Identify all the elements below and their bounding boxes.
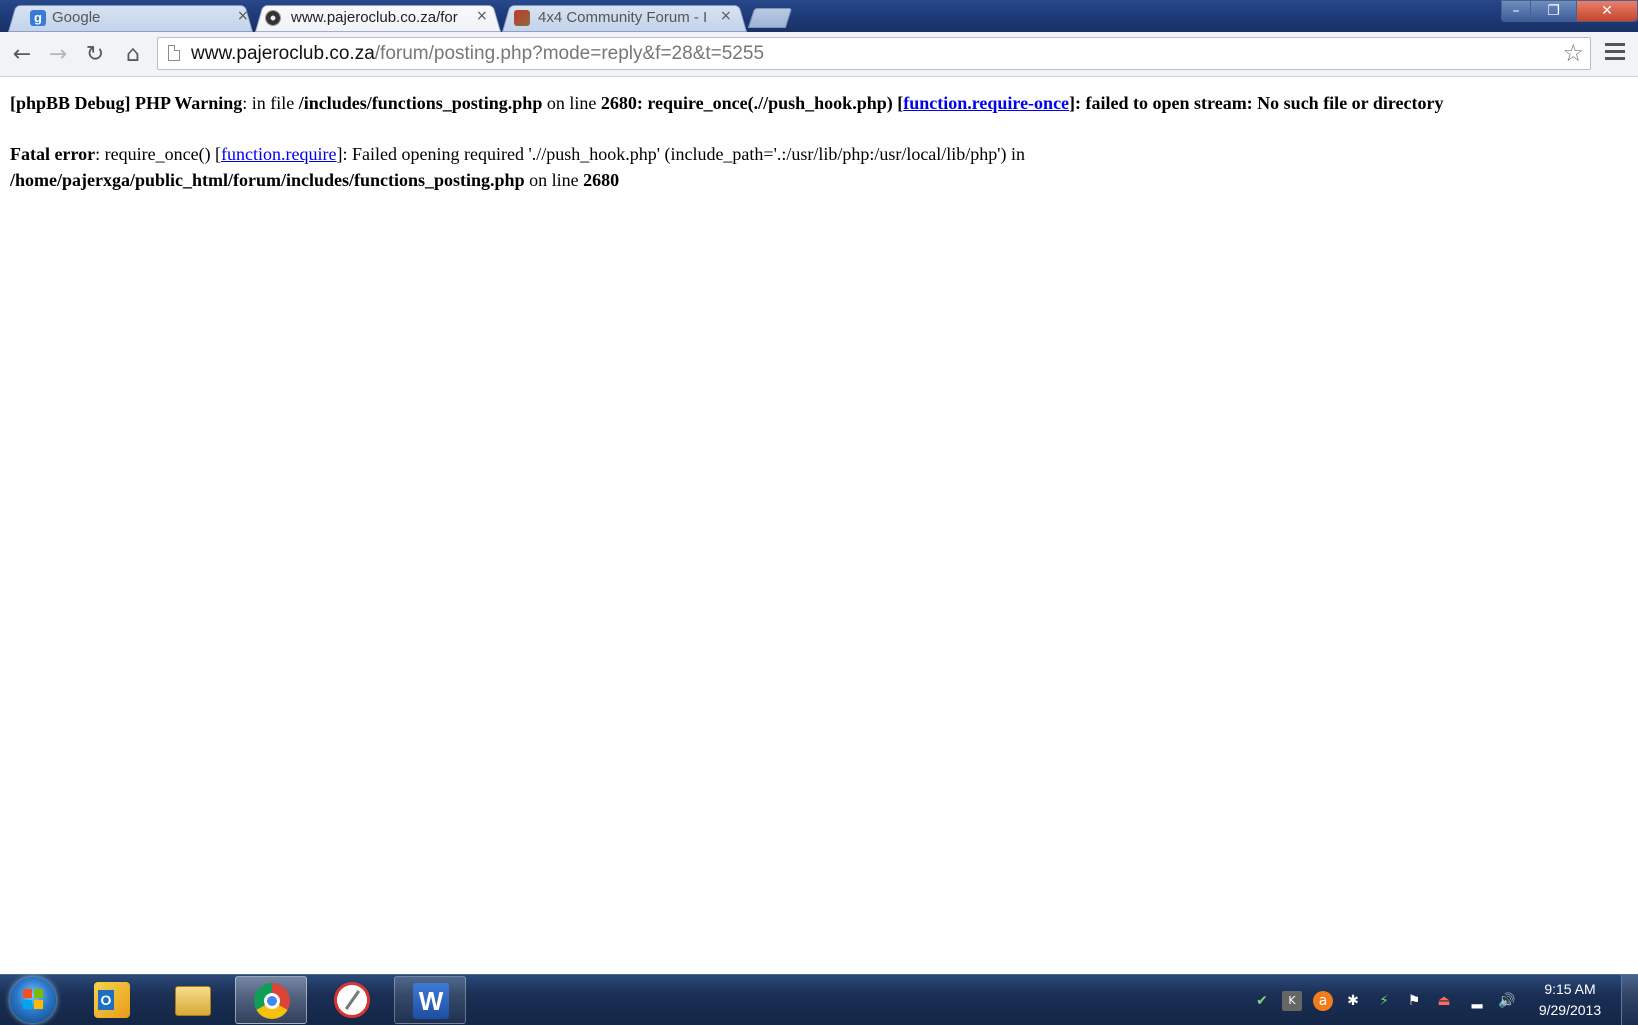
power-icon[interactable]: ⚡ xyxy=(1374,991,1394,1011)
network-app-icon[interactable]: ✔ xyxy=(1252,991,1272,1011)
tab-pajeroclub[interactable]: www.pajeroclub.co.za/for × xyxy=(255,3,501,32)
clock-time: 9:15 AM xyxy=(1544,981,1596,997)
forward-arrow-icon[interactable]: → xyxy=(43,40,73,70)
url-text[interactable]: www.pajeroclub.co.za/forum/posting.php?m… xyxy=(191,43,764,65)
start-button[interactable] xyxy=(10,977,56,1023)
new-tab-button[interactable] xyxy=(747,8,793,28)
address-bar[interactable]: www.pajeroclub.co.za/forum/posting.php?m… xyxy=(157,37,1591,70)
tab-google[interactable]: g Google × xyxy=(8,3,253,32)
google-g-icon: g xyxy=(30,10,46,26)
windows-explorer-icon xyxy=(175,986,211,1016)
home-icon[interactable]: ⌂ xyxy=(118,40,148,70)
windows-logo-icon xyxy=(23,989,43,1009)
function-require-link[interactable]: function.require xyxy=(221,144,336,164)
windows-taskbar: O W ✔ K a ✱ ⚡ ⚑ ⏏ ▂ 🔊 9:15 AM 9/29/2013 xyxy=(0,974,1638,1025)
avast-icon[interactable]: a xyxy=(1313,991,1333,1011)
tab-close-icon[interactable]: × xyxy=(720,8,732,24)
system-clock[interactable]: 9:15 AM 9/29/2013 xyxy=(1530,979,1610,1021)
tab-label: www.pajeroclub.co.za/for xyxy=(291,9,458,26)
snipping-tool-icon xyxy=(334,982,370,1018)
kaspersky-icon[interactable]: K xyxy=(1282,991,1302,1011)
clock-date: 9/29/2013 xyxy=(1538,1002,1602,1018)
forum-favicon xyxy=(514,10,530,26)
taskbar-snipping-tool[interactable] xyxy=(316,976,388,1024)
tab-close-icon[interactable]: × xyxy=(237,8,249,24)
volume-icon[interactable]: 🔊 xyxy=(1497,991,1517,1011)
page-content: [phpBB Debug] PHP Warning: in file /incl… xyxy=(10,90,1620,193)
maximize-button[interactable]: ❐ xyxy=(1530,0,1577,22)
close-window-button[interactable]: ✕ xyxy=(1576,0,1638,22)
tab-label: Google xyxy=(52,9,101,26)
bookmark-star-icon[interactable]: ☆ xyxy=(1562,39,1584,67)
browser-title-bar: g Google × www.pajeroclub.co.za/for × 4x… xyxy=(0,0,1638,32)
taskbar-word[interactable]: W xyxy=(394,976,466,1024)
chrome-menu-icon[interactable] xyxy=(1605,43,1625,64)
outlook-icon: O xyxy=(94,982,130,1018)
tab-4x4-forum[interactable]: 4x4 Community Forum - I × xyxy=(502,3,747,32)
fatal-error-message: Fatal error: require_once() [function.re… xyxy=(10,144,1026,190)
taskbar-explorer[interactable] xyxy=(157,976,229,1024)
bluetooth-icon[interactable]: ✱ xyxy=(1343,991,1363,1011)
back-arrow-icon[interactable]: ← xyxy=(7,40,37,70)
page-icon xyxy=(168,45,180,61)
show-desktop-button[interactable] xyxy=(1621,975,1638,1025)
reload-icon[interactable]: ↻ xyxy=(80,40,110,70)
taskbar-chrome[interactable] xyxy=(235,976,307,1024)
function-require-once-link[interactable]: function.require-once xyxy=(903,93,1069,113)
chrome-icon xyxy=(254,983,290,1019)
tab-label: 4x4 Community Forum - I xyxy=(538,9,708,26)
tab-close-icon[interactable]: × xyxy=(476,8,488,24)
taskbar-outlook[interactable]: O xyxy=(76,976,148,1024)
minimize-button[interactable]: – xyxy=(1501,0,1531,22)
action-center-flag-icon[interactable]: ⚑ xyxy=(1404,991,1424,1011)
browser-toolbar: ← → ↻ ⌂ www.pajeroclub.co.za/forum/posti… xyxy=(0,32,1638,77)
word-icon: W xyxy=(413,983,449,1019)
usb-eject-icon[interactable]: ⏏ xyxy=(1434,991,1454,1011)
signal-bars-icon[interactable]: ▂ xyxy=(1467,991,1487,1011)
pajeroclub-favicon xyxy=(265,10,281,26)
php-warning-message: [phpBB Debug] PHP Warning: in file /incl… xyxy=(10,93,1444,113)
